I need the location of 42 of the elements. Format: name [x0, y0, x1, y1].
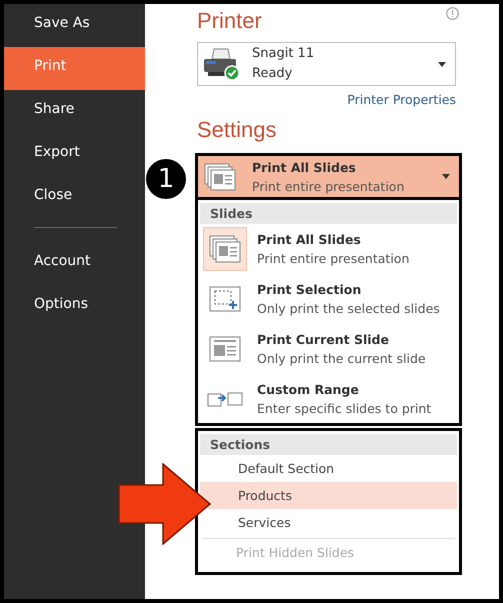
- printer-dropdown[interactable]: Snagit 11 Ready: [197, 42, 456, 86]
- menu-option[interactable]: Print All Slides Print entire presentation: [198, 224, 459, 274]
- menu-option[interactable]: Print Selection Only print the selected slides: [198, 274, 459, 324]
- option-title: Print All Slides: [252, 158, 357, 176]
- slides-stack-icon: [204, 162, 236, 190]
- caret-icon: [442, 174, 450, 179]
- group-header: Slides: [200, 203, 457, 224]
- section-option[interactable]: Default Section: [200, 455, 457, 482]
- sidebar-item[interactable]: Share: [4, 90, 145, 133]
- sidebar-item[interactable]: Options: [4, 285, 145, 328]
- sidebar-item[interactable]: Save As: [4, 4, 145, 47]
- callout-number: 1: [146, 159, 186, 199]
- printer-status: Ready: [252, 65, 294, 83]
- group-header: Sections: [200, 434, 457, 455]
- section-option[interactable]: Services: [200, 509, 457, 536]
- option-title: Custom Range: [257, 381, 360, 399]
- menu-option[interactable]: Print Current Slide Only print the current slide: [198, 324, 459, 374]
- arrow-icon: [118, 463, 212, 545]
- selection-icon: [209, 286, 241, 312]
- option-title: Print All Slides: [257, 231, 362, 249]
- option-title: Print Selection: [257, 281, 362, 299]
- print-range-dropdown[interactable]: Print All Slides Print entire presentation: [195, 153, 462, 200]
- option-title: Print Current Slide: [257, 331, 390, 349]
- sidebar-item[interactable]: Close: [4, 176, 145, 219]
- menu-option[interactable]: Custom Range Enter specific slides to print: [198, 374, 459, 424]
- option-subtitle: Only print the selected slides: [257, 300, 441, 318]
- option-subtitle: Print entire presentation: [257, 250, 410, 268]
- sidebar-item[interactable]: Account: [4, 242, 145, 285]
- printer-name: Snagit 11: [252, 45, 316, 63]
- info-icon[interactable]: [446, 7, 459, 20]
- range-icon: [207, 390, 243, 408]
- printer-properties-link[interactable]: Printer Properties: [347, 92, 456, 107]
- option-subtitle: Print entire presentation: [252, 178, 406, 196]
- option-subtitle: Only print the current slide: [257, 350, 427, 368]
- slides-stack-icon: [209, 235, 241, 263]
- caret-icon: [438, 62, 446, 66]
- section-option[interactable]: Products: [200, 482, 457, 509]
- slide-icon: [209, 336, 241, 362]
- settings-heading: Settings: [197, 117, 276, 144]
- printer-heading: Printer: [197, 8, 262, 35]
- sidebar-item[interactable]: Export: [4, 133, 145, 176]
- option-subtitle: Enter specific slides to print: [257, 400, 432, 418]
